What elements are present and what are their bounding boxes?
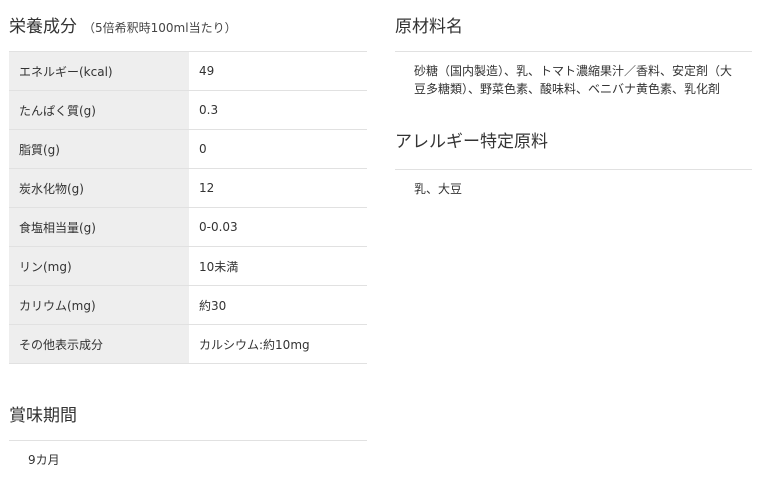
nutrition-section: 栄養成分 （5倍希釈時100ml当たり） エネルギー(kcal) 49 たんぱく質… bbox=[9, 0, 367, 467]
nutrient-value: 12 bbox=[189, 168, 367, 208]
nutrient-value: 49 bbox=[189, 51, 367, 91]
ingredients-title: 原材料名 bbox=[395, 17, 463, 37]
table-row: 食塩相当量(g) 0-0.03 bbox=[9, 207, 367, 247]
nutrient-label: 炭水化物(g) bbox=[9, 168, 189, 208]
table-row: その他表示成分 カルシウム:約10mg bbox=[9, 324, 367, 364]
table-row: リン(mg) 10未満 bbox=[9, 246, 367, 286]
ingredients-section: 砂糖（国内製造）、乳、トマト濃縮果汁／香料、安定剤（大豆多糖類）、野菜色素、酸味… bbox=[395, 51, 752, 98]
nutrient-label: 脂質(g) bbox=[9, 129, 189, 169]
nutrient-label: カリウム(mg) bbox=[9, 285, 189, 325]
table-row: カリウム(mg) 約30 bbox=[9, 285, 367, 325]
nutrient-value: 約30 bbox=[189, 285, 367, 325]
nutrient-label: エネルギー(kcal) bbox=[9, 51, 189, 91]
allergens-text: 乳、大豆 bbox=[414, 182, 463, 196]
allergens-title: アレルギー特定原料 bbox=[395, 132, 548, 152]
nutrient-value: 10未満 bbox=[189, 246, 367, 286]
shelf-life-title: 賞味期間 bbox=[9, 406, 77, 426]
nutrient-value: 0 bbox=[189, 129, 367, 169]
table-row: 炭水化物(g) 12 bbox=[9, 168, 367, 208]
nutrient-value: 0.3 bbox=[189, 90, 367, 130]
nutrient-label: リン(mg) bbox=[9, 246, 189, 286]
nutrient-value: カルシウム:約10mg bbox=[189, 324, 367, 364]
nutrient-label: 食塩相当量(g) bbox=[9, 207, 189, 247]
table-row: 脂質(g) 0 bbox=[9, 129, 367, 169]
table-row: エネルギー(kcal) 49 bbox=[9, 51, 367, 91]
info-section: 原材料名 砂糖（国内製造）、乳、トマト濃縮果汁／香料、安定剤（大豆多糖類）、野菜… bbox=[395, 0, 752, 198]
nutrient-label: たんぱく質(g) bbox=[9, 90, 189, 130]
nutrient-value: 0-0.03 bbox=[189, 207, 367, 247]
table-row: たんぱく質(g) 0.3 bbox=[9, 90, 367, 130]
shelf-life-value: 9カ月 bbox=[9, 440, 367, 468]
nutrition-table: エネルギー(kcal) 49 たんぱく質(g) 0.3 脂質(g) 0 炭水化物… bbox=[9, 51, 367, 364]
shelf-life-section: 賞味期間 9カ月 bbox=[9, 391, 367, 468]
ingredients-text: 砂糖（国内製造）、乳、トマト濃縮果汁／香料、安定剤（大豆多糖類）、野菜色素、酸味… bbox=[414, 64, 733, 96]
allergens-section: 乳、大豆 bbox=[395, 169, 752, 198]
nutrition-heading: 栄養成分 （5倍希釈時100ml当たり） bbox=[9, 0, 367, 51]
nutrition-note: （5倍希釈時100ml当たり） bbox=[83, 21, 237, 35]
nutrient-label: その他表示成分 bbox=[9, 324, 189, 364]
nutrition-title: 栄養成分 bbox=[9, 17, 77, 37]
